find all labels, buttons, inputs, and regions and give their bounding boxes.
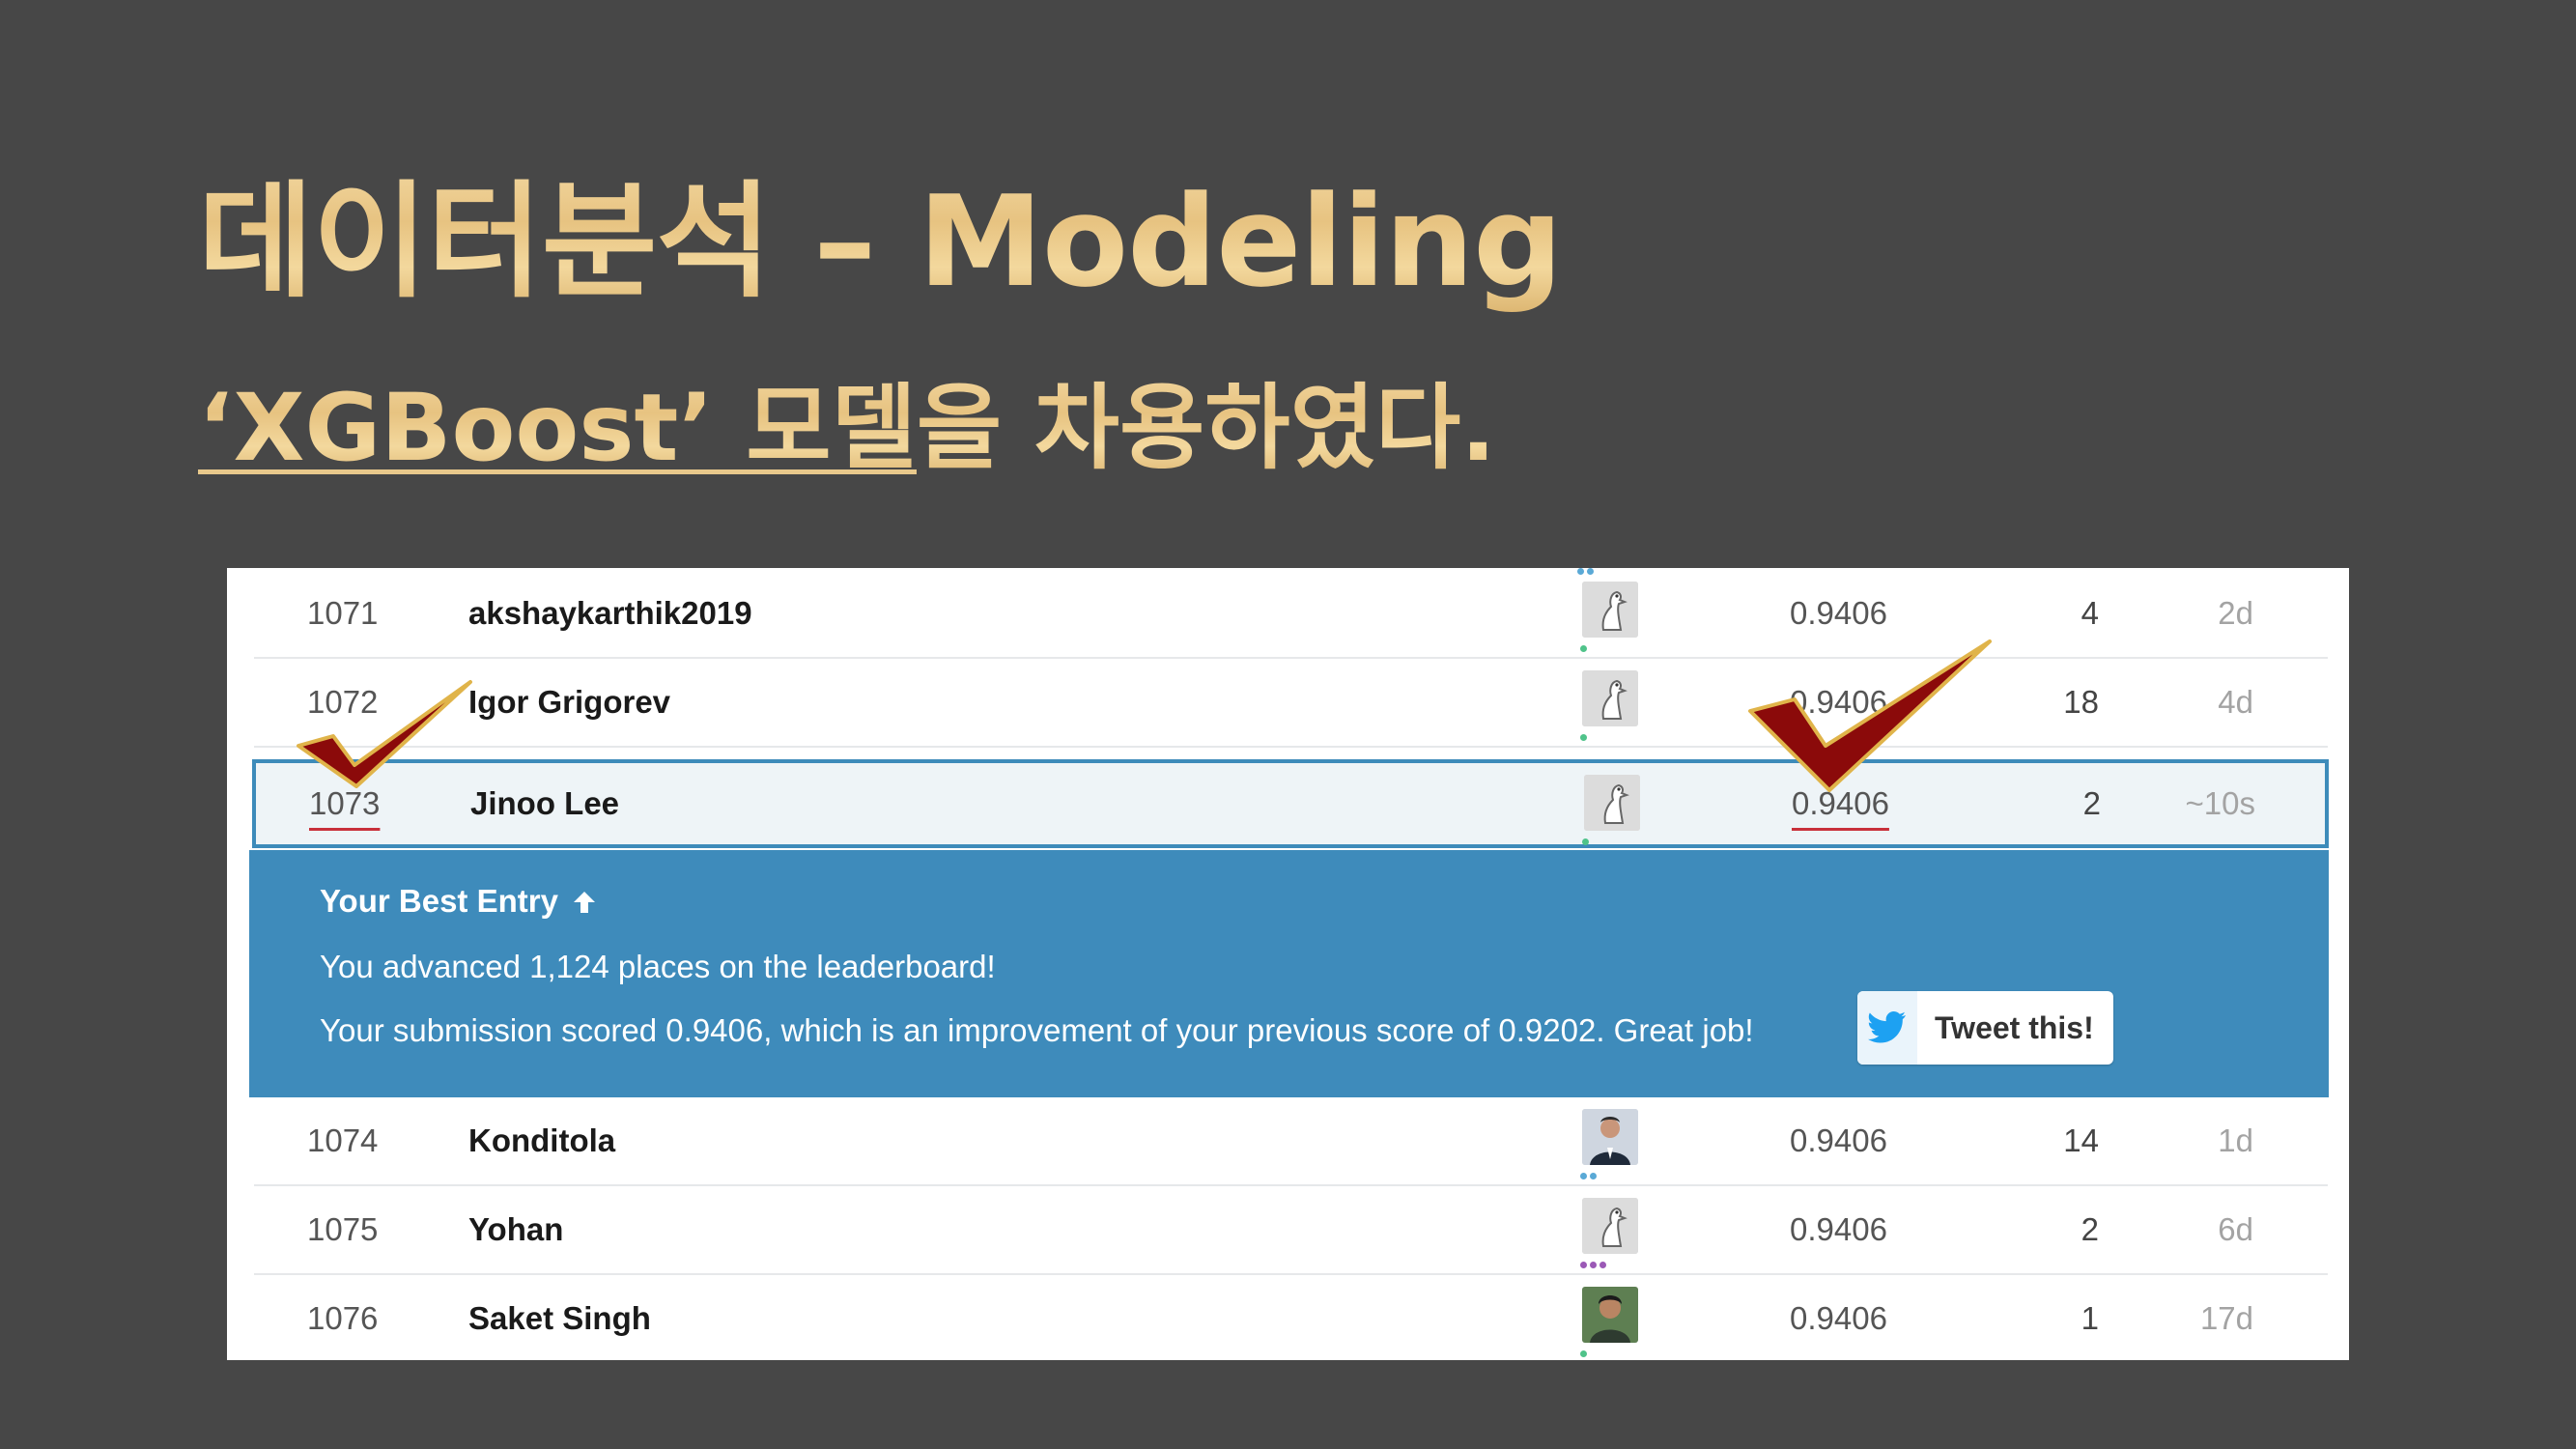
avatar[interactable] — [1582, 1287, 1638, 1343]
entries-count: 18 — [2063, 684, 2099, 720]
tier-indicator — [1580, 1350, 1587, 1357]
avatar[interactable] — [1584, 775, 1640, 831]
banner-title: Your Best Entry — [320, 883, 598, 920]
tier-indicator — [1580, 734, 1587, 741]
last-submission: 17d — [2199, 1300, 2253, 1336]
leaderboard-row[interactable]: 1075 Yohan 0.9406 2 6d — [254, 1186, 2328, 1275]
entries-count: 1 — [2081, 1300, 2099, 1336]
rank: 1075 — [307, 1211, 379, 1247]
last-submission: ~10s — [2185, 785, 2255, 821]
tweet-label: Tweet this! — [1935, 1009, 2094, 1045]
banner-advanced-text: You advanced 1,124 places on the leaderb… — [320, 949, 996, 984]
subtitle-model-name: ‘XGBoost’ 모델 — [198, 374, 917, 482]
leaderboard-row-current-user[interactable]: 1073 Jinoo Lee 0.9406 2 ~10s — [252, 759, 2329, 848]
avatar[interactable] — [1582, 1109, 1638, 1165]
score: 0.9406 — [1790, 1300, 1887, 1336]
team-name[interactable]: Saket Singh — [468, 1275, 651, 1360]
checkmark-icon — [1748, 639, 1992, 792]
rank: 1071 — [307, 595, 379, 631]
entries-count: 4 — [2081, 595, 2099, 631]
last-submission: 4d — [2218, 684, 2253, 720]
score: 0.9406 — [1790, 1122, 1887, 1158]
entries-count: 2 — [2081, 1211, 2099, 1247]
twitter-bird-icon — [1857, 991, 1917, 1065]
rank: 1074 — [307, 1122, 379, 1158]
last-submission: 6d — [2218, 1211, 2253, 1247]
last-submission: 1d — [2218, 1122, 2253, 1158]
slide-title: 데이터분석 – Modeling — [198, 140, 1563, 322]
last-submission: 2d — [2218, 595, 2253, 631]
leaderboard-screenshot: 1071 akshaykarthik2019 0.9406 4 2d 1072 … — [227, 568, 2349, 1360]
team-name[interactable]: Yohan — [468, 1186, 563, 1273]
banner-score-text: Your submission scored 0.9406, which is … — [320, 1012, 1754, 1048]
tier-indicator — [1580, 645, 1587, 652]
leaderboard-row[interactable]: 1072 Igor Grigorev 0.9406 18 4d — [254, 659, 2328, 748]
tier-indicator — [1580, 1173, 1597, 1179]
subtitle-rest: 을 차용하였다. — [916, 374, 1496, 482]
slide-subtitle: ‘XGBoost’ 모델을 차용하였다. — [198, 353, 1496, 487]
rank: 1076 — [307, 1300, 379, 1336]
best-entry-banner: Your Best Entry You advanced 1,124 place… — [249, 850, 2329, 1097]
leaderboard-row[interactable]: 1074 Konditola 0.9406 14 1d — [254, 1097, 2328, 1186]
entries-count: 2 — [2082, 785, 2101, 821]
tier-indicator — [1582, 838, 1589, 845]
entries-count: 14 — [2063, 1122, 2099, 1158]
checkmark-icon — [297, 680, 472, 788]
avatar[interactable] — [1582, 1198, 1638, 1254]
team-name[interactable]: Konditola — [468, 1097, 615, 1184]
tier-indicator — [1580, 1262, 1606, 1268]
team-name[interactable]: Igor Grigorev — [468, 659, 670, 746]
avatar[interactable] — [1582, 582, 1638, 638]
team-name[interactable]: akshaykarthik2019 — [468, 570, 752, 657]
tweet-button[interactable]: Tweet this! — [1857, 991, 2113, 1065]
leaderboard-row[interactable]: 1071 akshaykarthik2019 0.9406 4 2d — [254, 570, 2328, 659]
score: 0.9406 — [1790, 1211, 1887, 1247]
team-name[interactable]: Jinoo Lee — [470, 763, 619, 844]
up-arrow-icon — [574, 892, 596, 913]
leaderboard-row[interactable]: 1076 Saket Singh 0.9406 1 17d — [254, 1275, 2328, 1360]
avatar[interactable] — [1582, 670, 1638, 726]
